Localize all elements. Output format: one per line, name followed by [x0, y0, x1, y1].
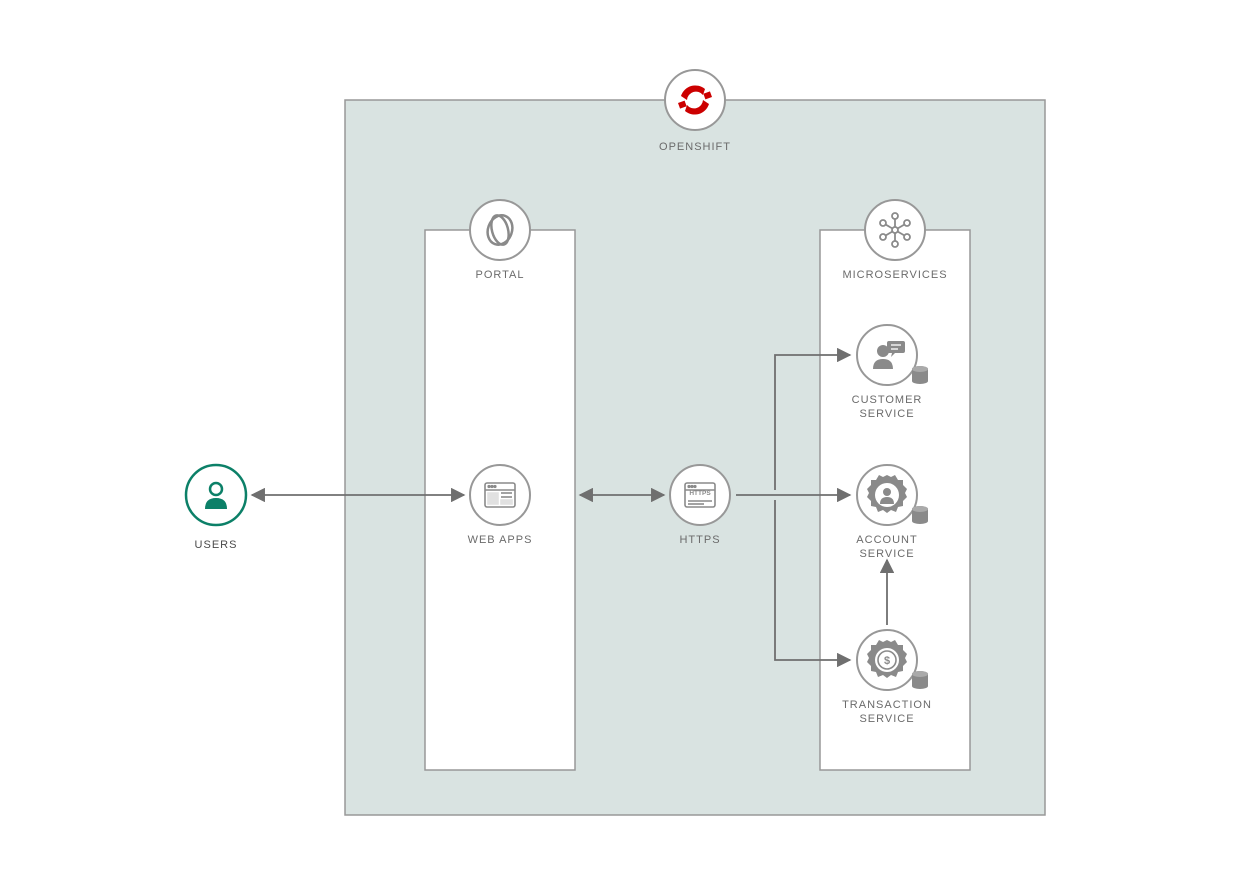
- svg-text:$: $: [884, 655, 890, 667]
- https-label: HTTPS: [665, 533, 735, 547]
- webapps-label: WEB APPS: [455, 533, 545, 547]
- portal-icon-bg: [470, 200, 530, 260]
- https-badge-text: HTTPS: [689, 490, 711, 497]
- microservices-label: MICROSERVICES: [835, 268, 955, 282]
- openshift-icon-bg: [665, 70, 725, 130]
- account-service-label: ACCOUNTSERVICE: [837, 533, 937, 562]
- users-label: USERS: [186, 538, 246, 552]
- transaction-db-icon: [912, 671, 928, 689]
- customer-db-icon: [912, 366, 928, 384]
- customer-service-label: CUSTOMERSERVICE: [837, 393, 937, 422]
- webapps-icon-bg: [470, 465, 530, 525]
- account-db-icon: [912, 506, 928, 524]
- openshift-label: OPENSHIFT: [645, 140, 745, 154]
- transaction-service-label: TRANSACTIONSERVICE: [830, 698, 944, 727]
- portal-label: PORTAL: [460, 268, 540, 282]
